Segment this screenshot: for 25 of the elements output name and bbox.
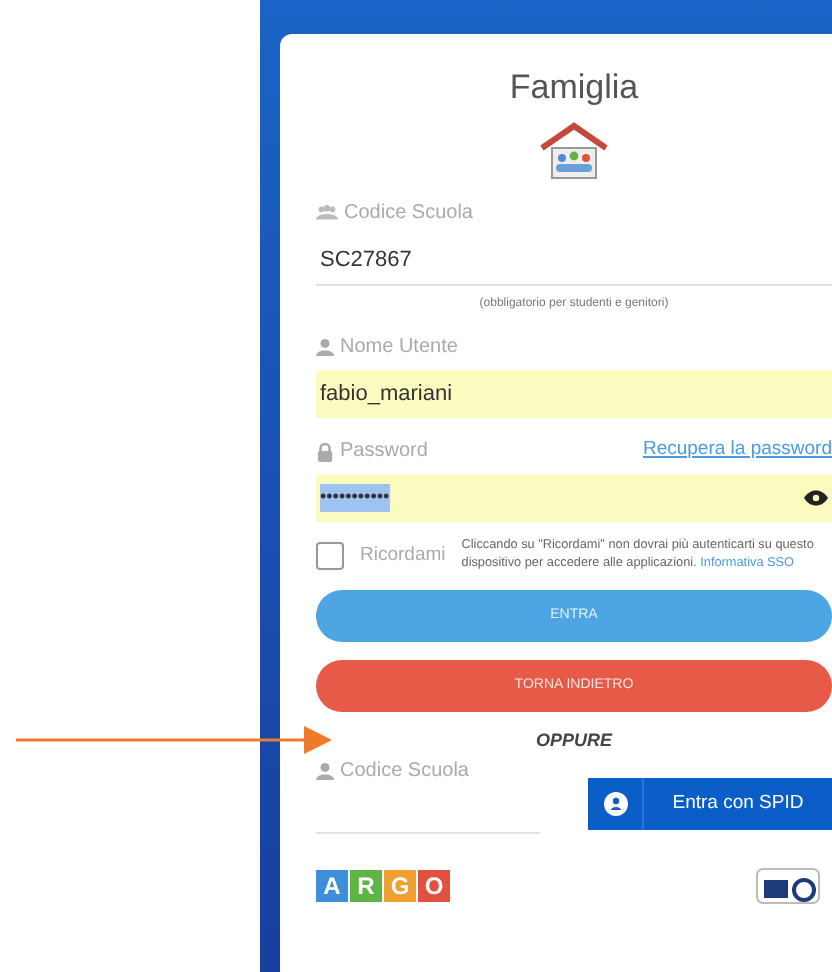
field-label: Codice Scuola (344, 199, 473, 227)
lock-icon (316, 441, 334, 461)
page-title: Famiglia (507, 66, 641, 110)
users-icon (316, 203, 338, 221)
school-code-field[interactable]: SC27867 (316, 235, 832, 286)
user-icon (316, 761, 334, 780)
user-icon (316, 338, 334, 356)
show-password-icon[interactable] (804, 489, 828, 506)
logo-letter: A (316, 869, 348, 902)
password-value: ••••••••••• (320, 484, 390, 512)
spid-login-button[interactable]: Entra con SPID (588, 777, 832, 830)
username-field[interactable]: fabio_mariani (316, 370, 832, 418)
certification-badge-icon (756, 867, 820, 904)
logo-letter: O (418, 869, 450, 902)
logo-letter: G (384, 869, 416, 902)
password-field[interactable]: ••••••••••• (316, 474, 832, 522)
field-label: Codice Scuola (340, 757, 469, 786)
logo-letter: R (350, 869, 382, 902)
remember-label: Ricordami (360, 541, 446, 570)
field-label: Password (340, 438, 428, 466)
remember-checkbox[interactable] (316, 541, 344, 570)
house-family-icon (538, 121, 610, 181)
spid-user-icon (603, 791, 627, 816)
separator-text: OPPURE (533, 728, 615, 755)
field-label: Nome Utente (340, 334, 458, 362)
